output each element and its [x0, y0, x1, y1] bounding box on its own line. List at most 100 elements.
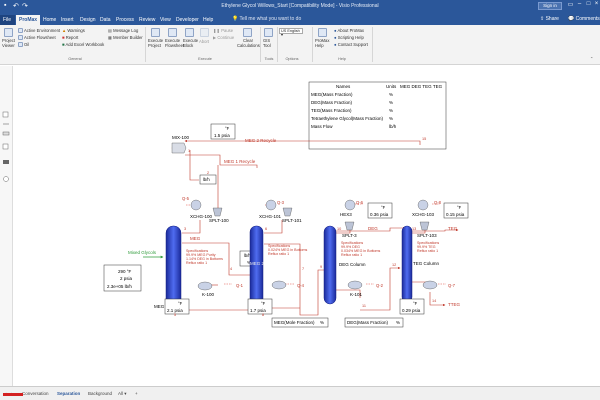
active-environment-button[interactable]: Active Environment [24, 28, 60, 33]
deg-mass-fraction-box[interactable]: DEG(Mass Fraction) % [344, 317, 404, 328]
execute-project-icon[interactable] [151, 28, 160, 37]
execute-block-button[interactable]: Execute Block [183, 38, 198, 48]
exchanger-xchg101[interactable]: XCHG-101 Q-3 [259, 199, 285, 219]
temp-pressure-box-1[interactable]: °F 2.1 psia [164, 298, 190, 315]
tab-home[interactable]: Home [40, 15, 59, 25]
tab-view[interactable]: View [157, 15, 174, 25]
continue-button[interactable]: ▶ Continue [213, 35, 234, 40]
warnings-button[interactable]: ▲ Warnings [62, 28, 85, 33]
splitter-splt103[interactable]: SPLT-103 [417, 221, 437, 238]
add-sheet-button[interactable]: + [135, 391, 138, 396]
member-builder-button[interactable]: ▦ Member Builder [108, 35, 143, 40]
comments-button[interactable]: 💬 Comments [568, 16, 600, 22]
clear-calculations-icon[interactable] [243, 28, 252, 37]
report-button[interactable]: ■ Report [62, 35, 78, 40]
message-log-button[interactable]: ▤ Message Log [108, 28, 138, 33]
tab-promax[interactable]: ProMax [16, 15, 41, 25]
shape-icon[interactable] [2, 143, 9, 150]
stencil-icons [2, 111, 10, 182]
pressure-box-top[interactable]: °F 1.5 psia [210, 123, 236, 140]
report-icon: ■ [62, 35, 65, 40]
project-viewer-icon[interactable] [4, 28, 13, 37]
reboiler-k101[interactable]: K-101 Q-2 [347, 280, 384, 297]
exchanger-xchg100[interactable]: XCHG-100 Q-5 [182, 196, 213, 219]
exchanger-hex3[interactable]: HEX3 Q-6 [340, 199, 364, 217]
tab-process[interactable]: Process [113, 15, 137, 25]
tab-developer[interactable]: Developer [173, 15, 202, 25]
box5-unit-f: °F [413, 301, 418, 306]
meg-mole-fraction-box[interactable]: MEG(Mole Fraction) % [271, 317, 329, 328]
continue-icon: ▶ [213, 35, 217, 40]
tab-review[interactable]: Review [136, 15, 158, 25]
add-excel-workbook-button[interactable]: ■ Add Excel Workbook [62, 42, 104, 47]
project-viewer-button[interactable]: Project Viewer [2, 38, 16, 48]
execute-flowsheet-button[interactable]: Execute Flowsheet [165, 38, 184, 48]
tab-help[interactable]: Help [200, 15, 216, 25]
minimize-icon[interactable]: – [575, 1, 584, 11]
ribbon-display-icon[interactable]: ▭ [566, 1, 575, 11]
temp-pressure-box-5[interactable]: °F 0.29 psia [399, 298, 425, 315]
stream-deg-to-teg[interactable] [360, 266, 401, 311]
abort-icon[interactable] [200, 28, 209, 37]
execute-flowsheet-icon[interactable] [168, 28, 177, 37]
tab-data[interactable]: Data [97, 15, 114, 25]
execute-block-icon[interactable] [185, 28, 194, 37]
temp-pressure-box-4[interactable]: °F 0.15 psia [443, 202, 469, 219]
splitter-splt100[interactable]: SPLT-100 [209, 207, 229, 223]
temp-pressure-box-3[interactable]: °F 0.36 psia [367, 202, 393, 219]
gis-tool-icon[interactable] [264, 28, 273, 37]
spec1-text: Specifications 99.9% MEG Purity 1.14% DEG … [186, 249, 223, 265]
reboiler-k100[interactable]: K-100 Q-1 [197, 281, 244, 297]
stream-recycle-to-xchg[interactable] [189, 150, 199, 181]
shape-icon[interactable] [2, 111, 9, 118]
clear-calculations-button[interactable]: Clear Calculations [237, 38, 260, 48]
oil-button[interactable]: Oil [24, 42, 29, 47]
spec2-text: Specifications 0.024% MEG in Bottoms Reflu… [268, 244, 308, 256]
flowsheet-canvas[interactable]: Names Units MEG DEG TEG TEG MEG(Mass Fra… [14, 66, 600, 386]
column-meg2[interactable]: MEG 2 [249, 225, 265, 307]
exchanger-xchg103[interactable]: XCHG-103 Q-8 [412, 199, 442, 217]
sheet-tab-all[interactable]: All ▾ [118, 391, 127, 397]
contact-support-button[interactable]: ● Contact Support [334, 42, 368, 47]
scripting-icon: ● [334, 35, 337, 40]
splitter-splt3[interactable]: SPLT-3 [342, 221, 357, 238]
splitter-shape [344, 221, 355, 231]
block-icon[interactable] [2, 131, 10, 136]
node-icon[interactable] [3, 176, 9, 182]
q2-label: Q-2 [376, 283, 384, 288]
mixer-mix100[interactable]: MIX-100 [171, 135, 190, 154]
reboiler-shape [271, 280, 287, 290]
temp-pressure-box-2[interactable]: °F 1.7 psia [247, 298, 273, 315]
execute-project-button[interactable]: Execute Project [148, 38, 164, 48]
tell-me-search[interactable]: 💡 Tell me what you want to do [232, 16, 301, 22]
splitter-splt101[interactable]: SPLT-101 [282, 207, 302, 223]
collapse-ribbon-icon[interactable]: ⌃ [590, 56, 594, 61]
close-icon[interactable]: × [592, 1, 600, 11]
promax-help-button[interactable]: ProMax Help [315, 38, 331, 48]
reboiler-teg[interactable]: Q-7 [422, 280, 456, 290]
gis-tool-button[interactable]: GIS Tool [263, 38, 275, 48]
sign-in-button[interactable]: Sign in [538, 2, 562, 10]
pause-button[interactable]: ❚❚ Pause [213, 28, 233, 33]
about-promax-button[interactable]: ● About ProMax [334, 28, 364, 33]
tab-insert[interactable]: Insert [58, 15, 77, 25]
promax-help-icon[interactable] [318, 28, 327, 37]
stream-icon[interactable] [3, 160, 9, 164]
flow-box-lbh[interactable]: lb/h [199, 174, 217, 185]
sheet-tab-background[interactable]: Background [88, 391, 112, 396]
column-meg1[interactable]: MEG MEG 1 [154, 225, 201, 309]
reboiler-meg2[interactable]: Q-4 [271, 280, 305, 290]
scripting-help-button[interactable]: ● Scripting Help [334, 35, 364, 40]
share-button[interactable]: ⇪ Share [540, 16, 559, 22]
feed-conditions-box[interactable]: 290 °F 2 psia 2.3e+05 lb/h [103, 264, 142, 292]
units-dropdown[interactable]: US English ▾ [279, 28, 303, 37]
table-row-name: Mass Flow [311, 124, 333, 129]
table-row-name: MEG(Mass Fraction) [311, 92, 353, 97]
sheet-tab-separation[interactable]: Separation [57, 391, 80, 396]
tab-design[interactable]: Design [77, 15, 99, 25]
sheet-tab-conversation[interactable]: Conversation [22, 391, 49, 396]
tab-file[interactable]: File [0, 15, 15, 25]
abort-button[interactable]: Abort [199, 39, 209, 44]
active-flowsheet-button[interactable]: Active Flowsheet [24, 35, 56, 40]
stream-meg2-to-deg[interactable] [299, 268, 327, 316]
